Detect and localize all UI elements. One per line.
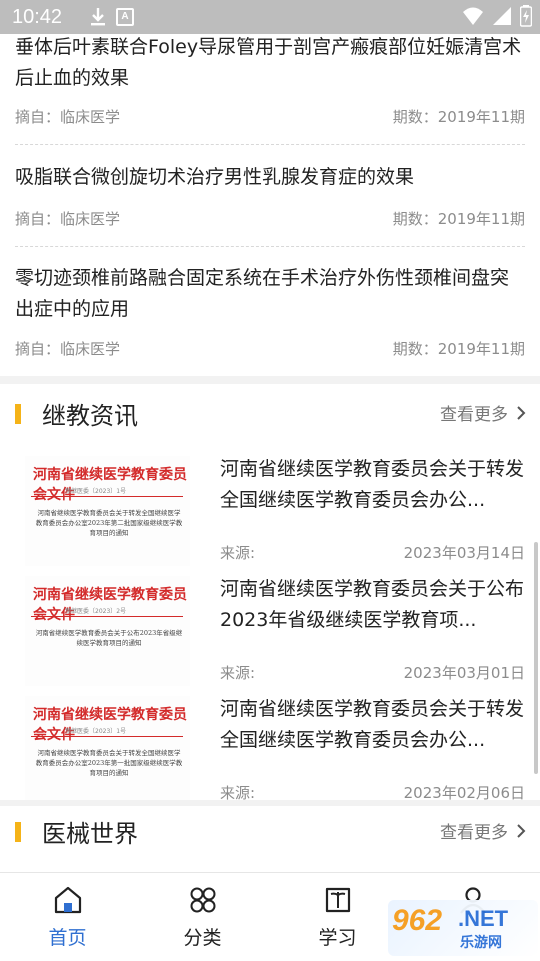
section-divider bbox=[0, 800, 540, 806]
view-more-link[interactable]: 查看更多 bbox=[440, 400, 526, 425]
news-title: 河南省继续医学教育委员会关于公布2023年省级继续医学教育项... bbox=[220, 578, 525, 631]
article-meta: 摘自：临床医学 期数：2019年11期 bbox=[15, 338, 525, 359]
article-title: 吸脂联合微创旋切术治疗男性乳腺发育症的效果 bbox=[15, 166, 415, 188]
section-accent-bar bbox=[15, 822, 21, 842]
grid-icon bbox=[188, 885, 218, 915]
news-title: 河南省继续医学教育委员会关于转发全国继续医学教育委员会办公... bbox=[220, 458, 525, 511]
thumb-doc-number: 豫继医委〔2023〕2号 bbox=[65, 608, 127, 615]
thumb-doc-body: 河南省继续医学教育委员会关于转发全国继续医学教育委员会办公室2023年第一批国家… bbox=[35, 749, 183, 777]
thumb-red-line bbox=[31, 496, 183, 497]
news-item[interactable]: 河南省继续医学教育委员会文件 豫继医委〔2023〕1号 河南省继续医学教育委员会… bbox=[15, 694, 525, 810]
article-meta: 摘自：临床医学 期数：2019年11期 bbox=[15, 208, 525, 229]
section-header-device-world: 医械世界 查看更多 bbox=[0, 812, 540, 852]
thumb-doc-number: 豫继医委〔2023〕1号 bbox=[65, 728, 127, 735]
watermark-text: 乐游网 bbox=[460, 935, 502, 951]
nav-study[interactable]: 学习 bbox=[270, 873, 405, 961]
news-thumbnail: 河南省继续医学教育委员会文件 豫继医委〔2023〕2号 河南省继续医学教育委员会… bbox=[25, 576, 190, 686]
site-watermark: 962 .NET 乐游网 bbox=[388, 900, 538, 956]
thumb-red-line bbox=[31, 736, 183, 737]
status-bar: 10:42 A bbox=[0, 0, 540, 34]
book-icon bbox=[323, 885, 353, 915]
view-more-link[interactable]: 查看更多 bbox=[440, 818, 526, 843]
section-title: 医械世界 bbox=[42, 820, 138, 848]
section-title: 继教资讯 bbox=[42, 402, 138, 430]
a-badge-icon: A bbox=[116, 8, 134, 26]
article-item[interactable]: 垂体后叶素联合Foley导尿管用于剖宫产瘢痕部位妊娠清宫术后止血的效果 摘自：临… bbox=[15, 32, 525, 145]
news-date: 2023年03月01日 bbox=[403, 664, 525, 682]
watermark-logo: 962 bbox=[392, 904, 443, 937]
thumb-doc-body: 河南省继续医学教育委员会关于公布2023年省级继续医学教育项目的通知 bbox=[35, 629, 183, 647]
article-item[interactable]: 吸脂联合微创旋切术治疗男性乳腺发育症的效果 摘自：临床医学 期数：2019年11… bbox=[15, 162, 525, 247]
section-divider bbox=[0, 376, 540, 384]
article-issue: 期数：2019年11期 bbox=[392, 210, 525, 228]
status-time: 10:42 bbox=[12, 5, 63, 28]
thumb-doc-head: 河南省继续医学教育委员会文件 bbox=[33, 587, 187, 623]
article-title: 零切迹颈椎前路融合固定系统在手术治疗外伤性颈椎间盘突出症中的应用 bbox=[15, 267, 510, 320]
article-meta: 摘自：临床医学 期数：2019年11期 bbox=[15, 106, 525, 127]
article-title: 垂体后叶素联合Foley导尿管用于剖宫产瘢痕部位妊娠清宫术后止血的效果 bbox=[15, 36, 522, 89]
nav-home[interactable]: 首页 bbox=[0, 873, 135, 961]
thumb-red-line bbox=[31, 616, 183, 617]
view-more-label: 查看更多 bbox=[440, 405, 508, 425]
chevron-right-icon bbox=[517, 405, 526, 420]
nav-label: 分类 bbox=[183, 927, 222, 949]
thumb-doc-body: 河南省继续医学教育委员会关于转发全国继续医学教育委员会办公室2023年第二批国家… bbox=[35, 509, 183, 537]
nav-label: 首页 bbox=[48, 927, 87, 949]
news-item[interactable]: 河南省继续医学教育委员会文件 豫继医委〔2023〕1号 河南省继续医学教育委员会… bbox=[15, 454, 525, 570]
home-icon bbox=[53, 885, 83, 915]
scrollbar[interactable] bbox=[534, 542, 538, 774]
view-more-label: 查看更多 bbox=[440, 823, 508, 843]
nav-label: 学习 bbox=[318, 927, 357, 949]
news-thumbnail: 河南省继续医学教育委员会文件 豫继医委〔2023〕1号 河南省继续医学教育委员会… bbox=[25, 456, 190, 566]
battery-icon bbox=[519, 5, 533, 31]
article-source: 摘自：临床医学 bbox=[15, 108, 121, 126]
news-source: 来源: bbox=[220, 664, 256, 682]
thumb-doc-head: 河南省继续医学教育委员会文件 bbox=[33, 707, 187, 743]
nav-category[interactable]: 分类 bbox=[135, 873, 270, 961]
signal-icon bbox=[492, 6, 512, 30]
news-date: 2023年03月14日 bbox=[403, 544, 525, 562]
thumb-doc-number: 豫继医委〔2023〕1号 bbox=[65, 488, 127, 495]
article-issue: 期数：2019年11期 bbox=[392, 340, 525, 358]
article-item[interactable]: 零切迹颈椎前路融合固定系统在手术治疗外伤性颈椎间盘突出症中的应用 摘自：临床医学… bbox=[15, 263, 525, 377]
section-header-continuing-edu: 继教资讯 查看更多 bbox=[0, 394, 540, 434]
thumb-doc-head: 河南省继续医学教育委员会文件 bbox=[33, 467, 187, 503]
news-item[interactable]: 河南省继续医学教育委员会文件 豫继医委〔2023〕2号 河南省继续医学教育委员会… bbox=[15, 574, 525, 690]
news-thumbnail: 河南省继续医学教育委员会文件 豫继医委〔2023〕1号 河南省继续医学教育委员会… bbox=[25, 696, 190, 806]
news-title: 河南省继续医学教育委员会关于转发全国继续医学教育委员会办公... bbox=[220, 698, 525, 751]
article-issue: 期数：2019年11期 bbox=[392, 108, 525, 126]
chevron-right-icon bbox=[517, 823, 526, 838]
news-source: 来源: bbox=[220, 544, 256, 562]
article-source: 摘自：临床医学 bbox=[15, 340, 121, 358]
section-accent-bar bbox=[15, 404, 21, 424]
download-icon bbox=[90, 7, 106, 27]
watermark-net: .NET bbox=[458, 906, 509, 931]
wifi-icon bbox=[462, 6, 484, 30]
article-source: 摘自：临床医学 bbox=[15, 210, 121, 228]
